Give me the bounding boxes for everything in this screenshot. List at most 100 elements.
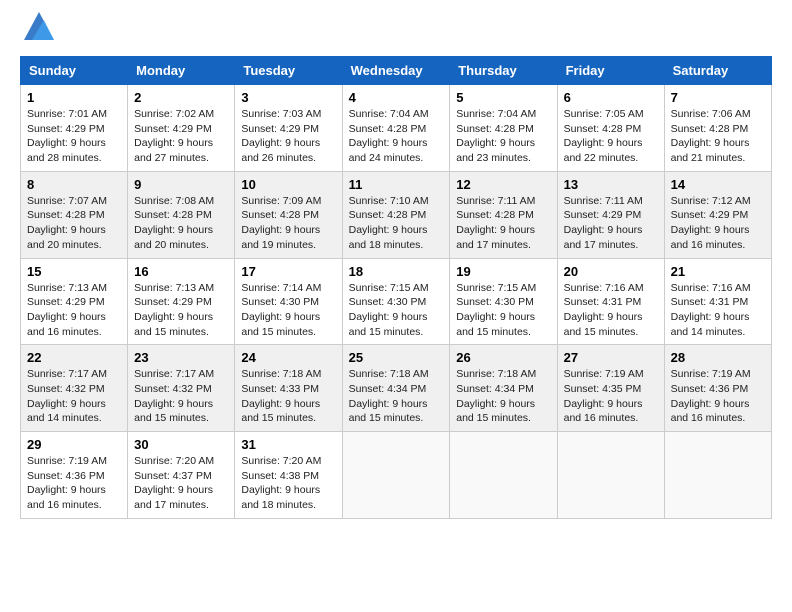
day-info: Sunrise: 7:19 AMSunset: 4:36 PMDaylight:… — [27, 455, 107, 511]
calendar-cell: 29 Sunrise: 7:19 AMSunset: 4:36 PMDayligh… — [21, 432, 128, 519]
day-number: 4 — [349, 90, 444, 105]
calendar-header-saturday: Saturday — [664, 57, 771, 85]
day-info: Sunrise: 7:03 AMSunset: 4:29 PMDaylight:… — [241, 108, 321, 164]
calendar-cell — [342, 432, 450, 519]
calendar-header-thursday: Thursday — [450, 57, 557, 85]
calendar-table: SundayMondayTuesdayWednesdayThursdayFrid… — [20, 56, 772, 519]
day-number: 22 — [27, 350, 121, 365]
day-info: Sunrise: 7:15 AMSunset: 4:30 PMDaylight:… — [349, 282, 429, 338]
day-info: Sunrise: 7:01 AMSunset: 4:29 PMDaylight:… — [27, 108, 107, 164]
day-number: 29 — [27, 437, 121, 452]
day-number: 31 — [241, 437, 335, 452]
day-info: Sunrise: 7:17 AMSunset: 4:32 PMDaylight:… — [27, 368, 107, 424]
calendar-cell: 6 Sunrise: 7:05 AMSunset: 4:28 PMDaylight… — [557, 85, 664, 172]
day-info: Sunrise: 7:06 AMSunset: 4:28 PMDaylight:… — [671, 108, 751, 164]
day-number: 9 — [134, 177, 228, 192]
calendar-cell: 18 Sunrise: 7:15 AMSunset: 4:30 PMDayligh… — [342, 258, 450, 345]
day-number: 17 — [241, 264, 335, 279]
day-number: 6 — [564, 90, 658, 105]
calendar-cell: 20 Sunrise: 7:16 AMSunset: 4:31 PMDayligh… — [557, 258, 664, 345]
day-number: 26 — [456, 350, 550, 365]
page-header — [20, 20, 772, 40]
calendar-cell: 7 Sunrise: 7:06 AMSunset: 4:28 PMDaylight… — [664, 85, 771, 172]
calendar-cell: 21 Sunrise: 7:16 AMSunset: 4:31 PMDayligh… — [664, 258, 771, 345]
day-number: 3 — [241, 90, 335, 105]
logo — [20, 20, 54, 40]
day-number: 7 — [671, 90, 765, 105]
calendar-cell: 22 Sunrise: 7:17 AMSunset: 4:32 PMDayligh… — [21, 345, 128, 432]
day-number: 20 — [564, 264, 658, 279]
calendar-cell — [450, 432, 557, 519]
day-number: 24 — [241, 350, 335, 365]
day-info: Sunrise: 7:11 AMSunset: 4:28 PMDaylight:… — [456, 195, 535, 251]
day-info: Sunrise: 7:20 AMSunset: 4:38 PMDaylight:… — [241, 455, 321, 511]
calendar-cell: 1 Sunrise: 7:01 AMSunset: 4:29 PMDaylight… — [21, 85, 128, 172]
calendar-cell: 31 Sunrise: 7:20 AMSunset: 4:38 PMDayligh… — [235, 432, 342, 519]
day-info: Sunrise: 7:05 AMSunset: 4:28 PMDaylight:… — [564, 108, 644, 164]
day-number: 1 — [27, 90, 121, 105]
calendar-cell: 23Sunrise: 7:17 AMSunset: 4:32 PMDayligh… — [128, 345, 235, 432]
calendar-cell: 19 Sunrise: 7:15 AMSunset: 4:30 PMDayligh… — [450, 258, 557, 345]
calendar-header-row: SundayMondayTuesdayWednesdayThursdayFrid… — [21, 57, 772, 85]
day-number: 13 — [564, 177, 658, 192]
day-info: Sunrise: 7:16 AMSunset: 4:31 PMDaylight:… — [564, 282, 644, 338]
calendar-cell: 24Sunrise: 7:18 AMSunset: 4:33 PMDayligh… — [235, 345, 342, 432]
day-number: 21 — [671, 264, 765, 279]
calendar-cell — [664, 432, 771, 519]
day-number: 27 — [564, 350, 658, 365]
calendar-header-wednesday: Wednesday — [342, 57, 450, 85]
calendar-header-friday: Friday — [557, 57, 664, 85]
calendar-header-monday: Monday — [128, 57, 235, 85]
calendar-header-sunday: Sunday — [21, 57, 128, 85]
day-info: Sunrise: 7:18 AMSunset: 4:34 PMDaylight:… — [349, 368, 429, 424]
day-info: Sunrise: 7:19 AMSunset: 4:36 PMDaylight:… — [671, 368, 751, 424]
day-info: Sunrise: 7:04 AMSunset: 4:28 PMDaylight:… — [349, 108, 429, 164]
day-info: Sunrise: 7:20 AMSunset: 4:37 PMDaylight:… — [134, 455, 214, 511]
calendar-cell: 28 Sunrise: 7:19 AMSunset: 4:36 PMDayligh… — [664, 345, 771, 432]
calendar-cell: 10Sunrise: 7:09 AMSunset: 4:28 PMDayligh… — [235, 171, 342, 258]
day-info: Sunrise: 7:13 AMSunset: 4:29 PMDaylight:… — [134, 282, 214, 338]
day-info: Sunrise: 7:02 AMSunset: 4:29 PMDaylight:… — [134, 108, 214, 164]
calendar-cell: 15 Sunrise: 7:13 AMSunset: 4:29 PMDayligh… — [21, 258, 128, 345]
calendar-week-row: 29 Sunrise: 7:19 AMSunset: 4:36 PMDayligh… — [21, 432, 772, 519]
calendar-cell: 12 Sunrise: 7:11 AMSunset: 4:28 PMDayligh… — [450, 171, 557, 258]
calendar-cell: 5Sunrise: 7:04 AMSunset: 4:28 PMDaylight… — [450, 85, 557, 172]
day-number: 18 — [349, 264, 444, 279]
calendar-cell: 16 Sunrise: 7:13 AMSunset: 4:29 PMDayligh… — [128, 258, 235, 345]
day-number: 14 — [671, 177, 765, 192]
calendar-cell: 27 Sunrise: 7:19 AMSunset: 4:35 PMDayligh… — [557, 345, 664, 432]
calendar-cell: 9 Sunrise: 7:08 AMSunset: 4:28 PMDaylight… — [128, 171, 235, 258]
day-info: Sunrise: 7:04 AMSunset: 4:28 PMDaylight:… — [456, 108, 536, 164]
calendar-week-row: 22 Sunrise: 7:17 AMSunset: 4:32 PMDayligh… — [21, 345, 772, 432]
calendar-cell: 25 Sunrise: 7:18 AMSunset: 4:34 PMDayligh… — [342, 345, 450, 432]
day-number: 2 — [134, 90, 228, 105]
day-info: Sunrise: 7:08 AMSunset: 4:28 PMDaylight:… — [134, 195, 214, 251]
day-number: 12 — [456, 177, 550, 192]
day-number: 30 — [134, 437, 228, 452]
day-number: 16 — [134, 264, 228, 279]
calendar-week-row: 15 Sunrise: 7:13 AMSunset: 4:29 PMDayligh… — [21, 258, 772, 345]
calendar-week-row: 1 Sunrise: 7:01 AMSunset: 4:29 PMDaylight… — [21, 85, 772, 172]
calendar-cell: 13 Sunrise: 7:11 AMSunset: 4:29 PMDayligh… — [557, 171, 664, 258]
day-info: Sunrise: 7:09 AMSunset: 4:28 PMDaylight:… — [241, 195, 321, 251]
calendar-cell: 17 Sunrise: 7:14 AMSunset: 4:30 PMDayligh… — [235, 258, 342, 345]
calendar-cell: 3 Sunrise: 7:03 AMSunset: 4:29 PMDaylight… — [235, 85, 342, 172]
calendar-header-tuesday: Tuesday — [235, 57, 342, 85]
calendar-cell: 11Sunrise: 7:10 AMSunset: 4:28 PMDayligh… — [342, 171, 450, 258]
day-info: Sunrise: 7:11 AMSunset: 4:29 PMDaylight:… — [564, 195, 643, 251]
calendar-cell: 14Sunrise: 7:12 AMSunset: 4:29 PMDayligh… — [664, 171, 771, 258]
day-info: Sunrise: 7:19 AMSunset: 4:35 PMDaylight:… — [564, 368, 644, 424]
day-info: Sunrise: 7:14 AMSunset: 4:30 PMDaylight:… — [241, 282, 321, 338]
day-number: 28 — [671, 350, 765, 365]
day-info: Sunrise: 7:07 AMSunset: 4:28 PMDaylight:… — [27, 195, 107, 251]
day-info: Sunrise: 7:15 AMSunset: 4:30 PMDaylight:… — [456, 282, 536, 338]
day-info: Sunrise: 7:16 AMSunset: 4:31 PMDaylight:… — [671, 282, 751, 338]
day-info: Sunrise: 7:18 AMSunset: 4:34 PMDaylight:… — [456, 368, 536, 424]
calendar-cell — [557, 432, 664, 519]
day-number: 19 — [456, 264, 550, 279]
day-number: 15 — [27, 264, 121, 279]
logo-icon — [24, 12, 54, 40]
day-number: 25 — [349, 350, 444, 365]
day-number: 8 — [27, 177, 121, 192]
day-info: Sunrise: 7:13 AMSunset: 4:29 PMDaylight:… — [27, 282, 107, 338]
